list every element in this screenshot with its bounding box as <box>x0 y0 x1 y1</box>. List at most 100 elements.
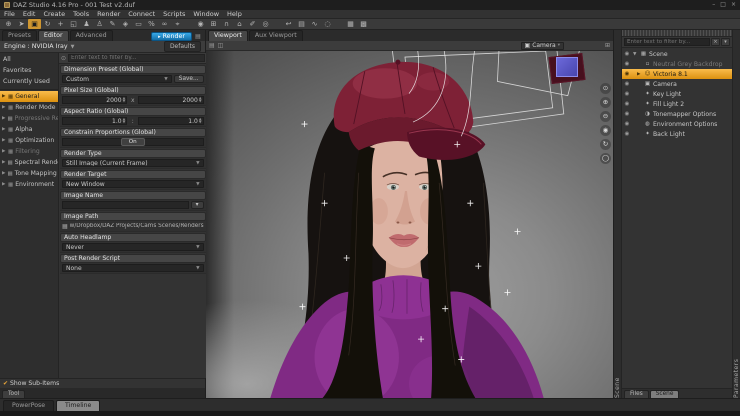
toolbar-icon[interactable]: ⌖ <box>171 19 184 29</box>
scene-bottom-tab[interactable]: Scene <box>650 390 680 398</box>
toolbar-icon[interactable]: ➤ <box>15 19 28 29</box>
scene-tree-row[interactable]: ◉ ◑ Tonemapper Options <box>622 109 732 119</box>
scene-tree-row[interactable]: ◉ ✦ Fill Light 2 <box>622 99 732 109</box>
toolbar-icon[interactable]: ◉ <box>194 19 207 29</box>
visibility-eye-icon[interactable]: ◉ <box>623 131 631 137</box>
spinner-icon[interactable]: ▲▼ <box>123 118 126 125</box>
toolbar-icon[interactable]: ▣ <box>28 19 41 29</box>
spinner-icon[interactable]: ▲▼ <box>199 97 202 104</box>
toolbar-icon[interactable]: ▤ <box>295 19 308 29</box>
pixel-width-field[interactable]: 2000 ▲▼ <box>62 96 127 104</box>
checkbox-checked-icon[interactable]: ✔ <box>3 380 8 387</box>
toolbar-icon[interactable]: ⌂ <box>233 19 246 29</box>
menu-item[interactable]: Create <box>39 10 69 19</box>
pixel-height-field[interactable]: 2000 ▲▼ <box>138 96 203 104</box>
bottom-pane-tab[interactable]: Timeline <box>56 400 100 411</box>
visibility-eye-icon[interactable]: ◉ <box>623 51 631 57</box>
viewport-tab[interactable]: Viewport <box>208 30 248 41</box>
view-gizmo-button[interactable]: ◯ <box>600 153 611 164</box>
window-control-button[interactable]: × <box>731 1 736 9</box>
scene-tree-row[interactable]: ◉ ◍ Environment Options <box>622 119 732 129</box>
image-path-value[interactable]: w/Dropbox/DAZ Projects/Cams Scenes/Rende… <box>70 223 204 229</box>
auto-headlamp-dropdown[interactable]: Never ▼ <box>62 243 204 251</box>
viewport-toolbar-icon[interactable]: ▤ <box>209 41 215 51</box>
scene-tree-row[interactable]: ◉ ✦ Back Light <box>622 129 732 139</box>
toolbar-icon[interactable]: ◎ <box>259 19 272 29</box>
view-gizmo-button[interactable]: ↻ <box>600 139 611 150</box>
view-gizmo-button[interactable]: ⊕ <box>600 97 611 108</box>
category-filter-item[interactable]: Favorites <box>0 66 58 77</box>
spinner-icon[interactable]: ▲▼ <box>199 118 202 125</box>
tool-tab[interactable]: Tool <box>2 390 25 398</box>
scene-root-row[interactable]: ◉ ▼ ▦ Scene <box>622 49 732 59</box>
visibility-eye-icon[interactable]: ◉ <box>623 111 631 117</box>
expand-arrow-icon[interactable]: ▶ <box>637 72 642 77</box>
toolbar-icon[interactable]: ♙ <box>93 19 106 29</box>
scene-side-tab[interactable]: Scene <box>614 56 621 398</box>
category-item[interactable]: ▶ ▦ Optimization <box>0 135 58 146</box>
scene-search-button[interactable]: × <box>711 38 720 46</box>
show-sub-items-label[interactable]: Show Sub-Items <box>10 380 59 387</box>
scene-search-button[interactable]: ▾ <box>721 38 730 46</box>
pane-menu-icon[interactable]: ▤ <box>193 32 203 41</box>
visibility-eye-icon[interactable]: ◉ <box>623 81 631 87</box>
visibility-eye-icon[interactable]: ◉ <box>623 101 631 107</box>
toolbar-icon[interactable]: ◱ <box>67 19 80 29</box>
category-item[interactable]: ▶ ▦ Alpha <box>0 124 58 135</box>
image-name-options-button[interactable]: ▾ <box>191 201 204 209</box>
group-header-image-path[interactable]: Image Path <box>60 212 206 221</box>
viewport-options-icon[interactable]: ⊞ <box>605 41 610 51</box>
menu-item[interactable]: Tools <box>69 10 93 19</box>
render-button[interactable]: ▸ Render <box>151 32 192 41</box>
toolbar-icon[interactable]: ◈ <box>119 19 132 29</box>
window-control-button[interactable]: – <box>712 1 715 9</box>
expand-arrow-icon[interactable]: ▼ <box>633 52 638 57</box>
toolbar-icon[interactable]: ⊕ <box>2 19 15 29</box>
scene-bottom-tab[interactable]: Files <box>624 390 649 398</box>
scene-tree-row[interactable]: ◉ ✦ Key Light <box>622 89 732 99</box>
scene-tree-row[interactable]: ◉ ▶ ☺ Victoria 8.1 <box>622 69 732 79</box>
scene-tree-row[interactable]: ◉ ▫ Neutral Grey Backdrop <box>622 59 732 69</box>
engine-dropdown-caret-icon[interactable]: ▼ <box>71 44 75 50</box>
window-control-button[interactable]: □ <box>720 1 726 9</box>
toolbar-icon[interactable]: ◌ <box>321 19 334 29</box>
group-header-constrain[interactable]: Constrain Proportions (Global) <box>60 128 206 137</box>
parameters-side-tab[interactable]: Parameters <box>733 48 740 398</box>
toolbar-icon[interactable]: ▦ <box>344 19 357 29</box>
visibility-eye-icon[interactable]: ◉ <box>623 71 631 77</box>
defaults-button[interactable]: Defaults <box>164 41 201 52</box>
scene-tree-row[interactable]: ◉ ▣ Camera <box>622 79 732 89</box>
view-gizmo-button[interactable]: ◉ <box>600 125 611 136</box>
menu-item[interactable]: Window <box>189 10 223 19</box>
toolbar-icon[interactable]: ✐ <box>246 19 259 29</box>
image-name-field[interactable] <box>62 201 189 209</box>
group-header-aspect-ratio[interactable]: Aspect Ratio (Global) <box>60 107 206 116</box>
aspect-a-field[interactable]: 1.0 ▲▼ <box>62 117 127 125</box>
toolbar-icon[interactable]: ▭ <box>132 19 145 29</box>
group-header-dimension-preset[interactable]: Dimension Preset (Global) <box>60 65 206 74</box>
viewport-tab[interactable]: Aux Viewport <box>249 30 303 41</box>
camera-selector-dropdown[interactable]: ▣ Camera ▾ <box>521 42 564 50</box>
save-preset-button[interactable]: Save... <box>174 75 204 83</box>
group-header-pixel-size[interactable]: Pixel Size (Global) <box>60 86 206 95</box>
toolbar-icon[interactable]: ∿ <box>308 19 321 29</box>
menu-item[interactable]: Edit <box>19 10 40 19</box>
toolbar-icon[interactable]: ⊞ <box>207 19 220 29</box>
render-settings-tab[interactable]: Editor <box>38 30 69 41</box>
bottom-pane-tab[interactable]: PowerPose <box>3 400 54 411</box>
category-item[interactable]: ▶ ▦ Environment <box>0 179 58 190</box>
viewport-canvas[interactable] <box>206 51 613 398</box>
spinner-icon[interactable]: ▲▼ <box>123 97 126 104</box>
visibility-eye-icon[interactable]: ◉ <box>623 61 631 67</box>
toolbar-icon[interactable]: ▩ <box>357 19 370 29</box>
category-item[interactable]: ▶ ▦ Spectral Rendering <box>0 157 58 168</box>
toolbar-icon[interactable]: ✎ <box>106 19 119 29</box>
render-target-dropdown[interactable]: New Window ▼ <box>62 180 204 188</box>
toolbar-icon[interactable]: % <box>145 19 158 29</box>
category-filter-item[interactable]: All <box>0 55 58 66</box>
pane-grip-handle[interactable] <box>622 30 732 37</box>
post-render-script-dropdown[interactable]: None ▼ <box>62 264 204 272</box>
scene-search-input[interactable] <box>624 38 710 46</box>
toolbar-icon[interactable]: ↩ <box>282 19 295 29</box>
menu-item[interactable]: Render <box>93 10 124 19</box>
